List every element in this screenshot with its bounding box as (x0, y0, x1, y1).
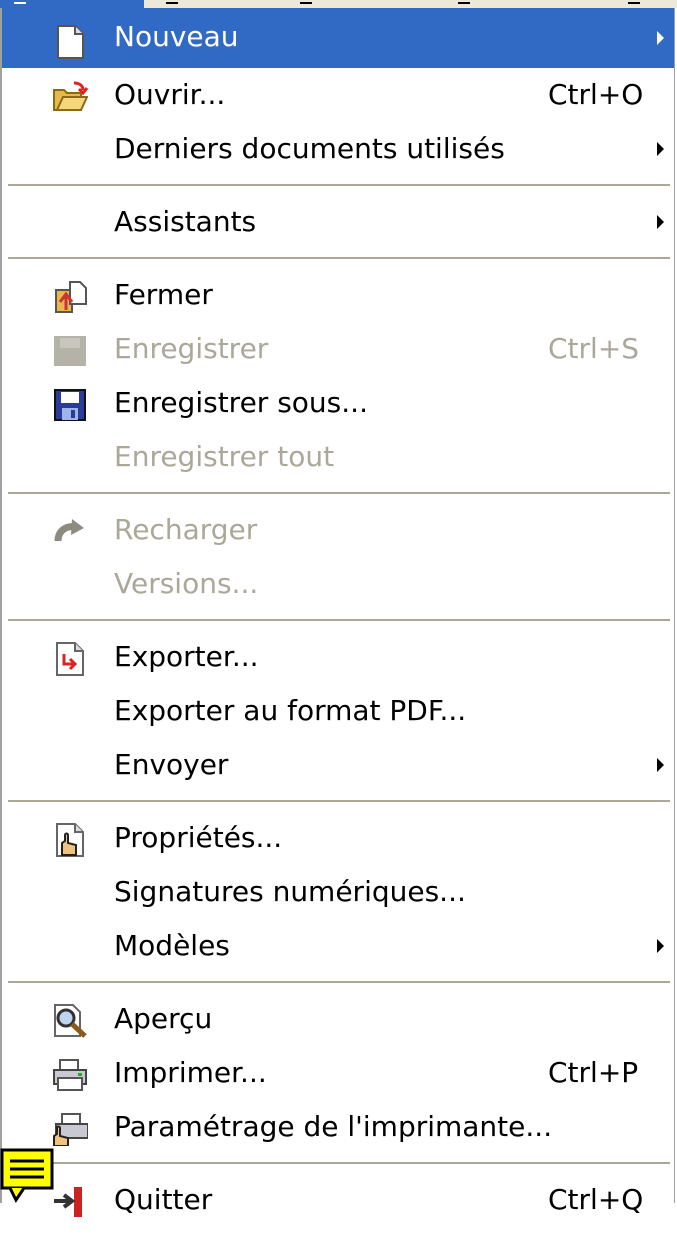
menu-item-enregistrer-tout: Enregistrer tout (2, 430, 674, 484)
menu-item-label: Modèles (114, 929, 230, 962)
menu-item-label: Nouveau (114, 20, 239, 53)
menu-item-label: Signatures numériques... (114, 875, 466, 908)
menu-separator (2, 973, 674, 992)
menu-item-label: Enregistrer sous... (114, 386, 368, 419)
close-document-icon (52, 278, 88, 313)
export-icon (52, 640, 88, 676)
menu-item-label: Quitter (114, 1183, 213, 1216)
menu-item-shortcut: Ctrl+O (548, 78, 644, 111)
submenu-arrow-icon (657, 758, 664, 772)
menu-item-label: Recharger (114, 513, 258, 546)
preview-magnifier-icon (52, 1002, 88, 1038)
menu-item-label: Fermer (114, 278, 213, 311)
menu-item-label: Assistants (114, 205, 257, 238)
menu-item-label: Aperçu (114, 1002, 213, 1035)
save-as-icon (52, 386, 88, 421)
properties-icon (52, 821, 88, 857)
reload-icon (52, 513, 88, 547)
menu-item-label: Enregistrer (114, 332, 269, 365)
menu-item-shortcut: Ctrl+S (548, 332, 640, 365)
menu-item-apercu[interactable]: Aperçu (2, 992, 674, 1046)
menu-item-label: Paramétrage de l'imprimante... (114, 1110, 553, 1143)
menu-separator (2, 249, 674, 268)
file-menu: Nouveau Ouvrir... Ctrl+O Derniers documents… (0, 8, 675, 1217)
menu-separator (2, 611, 674, 630)
menu-item-signatures-numeriques[interactable]: Signatures numériques... (2, 865, 674, 919)
menu-separator (2, 1154, 674, 1173)
menu-item-proprietes[interactable]: Propriétés... (2, 811, 674, 865)
menu-item-label: Versions... (114, 567, 259, 600)
menu-item-enregistrer-sous[interactable]: Enregistrer sous... (2, 376, 674, 430)
menu-item-quitter[interactable]: Quitter Ctrl+Q (2, 1173, 674, 1227)
menu-item-enregistrer: Enregistrer Ctrl+S (2, 322, 674, 376)
open-folder-icon (52, 78, 89, 112)
printer-icon (52, 1056, 88, 1091)
menu-separator (2, 792, 674, 811)
note-icon[interactable] (0, 1148, 56, 1203)
menu-item-assistants[interactable]: Assistants (2, 195, 674, 249)
menu-item-exporter-au-format-pdf[interactable]: Exporter au format PDF... (2, 684, 674, 738)
menu-item-label: Envoyer (114, 748, 229, 781)
menu-item-shortcut: Ctrl+P (548, 1056, 639, 1089)
menu-item-label: Exporter... (114, 640, 259, 673)
menu-item-label: Imprimer... (114, 1056, 267, 1089)
menu-item-label: Ouvrir... (114, 78, 226, 111)
submenu-arrow-icon (657, 31, 664, 45)
menu-item-label: Derniers documents utilisés (114, 132, 505, 165)
submenu-arrow-icon (657, 215, 664, 229)
menubar (0, 0, 677, 8)
menu-item-derniers-documents-utilises[interactable]: Derniers documents utilisés (2, 122, 674, 176)
menu-item-versions: Versions... (2, 557, 674, 611)
menu-item-fermer[interactable]: Fermer (2, 268, 674, 322)
menu-item-imprimer[interactable]: Imprimer... Ctrl+P (2, 1046, 674, 1100)
menu-item-exporter[interactable]: Exporter... (2, 630, 674, 684)
menu-item-nouveau[interactable]: Nouveau (2, 8, 674, 68)
save-disabled-icon (52, 332, 88, 366)
menu-separator (2, 176, 674, 195)
new-document-icon (52, 21, 88, 59)
submenu-arrow-icon (657, 939, 664, 953)
exit-icon (52, 1183, 88, 1217)
menu-item-label: Enregistrer tout (114, 440, 335, 473)
menu-item-label: Exporter au format PDF... (114, 694, 467, 727)
menu-item-shortcut: Ctrl+Q (548, 1183, 644, 1216)
printer-settings-icon (52, 1110, 89, 1147)
menu-item-label: Propriétés... (114, 821, 283, 854)
menu-item-modeles[interactable]: Modèles (2, 919, 674, 973)
menu-item-parametrage-de-l-imprimante[interactable]: Paramétrage de l'imprimante... (2, 1100, 674, 1154)
menu-item-envoyer[interactable]: Envoyer (2, 738, 674, 792)
menu-separator (2, 484, 674, 503)
submenu-arrow-icon (657, 142, 664, 156)
menu-item-ouvrir[interactable]: Ouvrir... Ctrl+O (2, 68, 674, 122)
menu-item-recharger: Recharger (2, 503, 674, 557)
